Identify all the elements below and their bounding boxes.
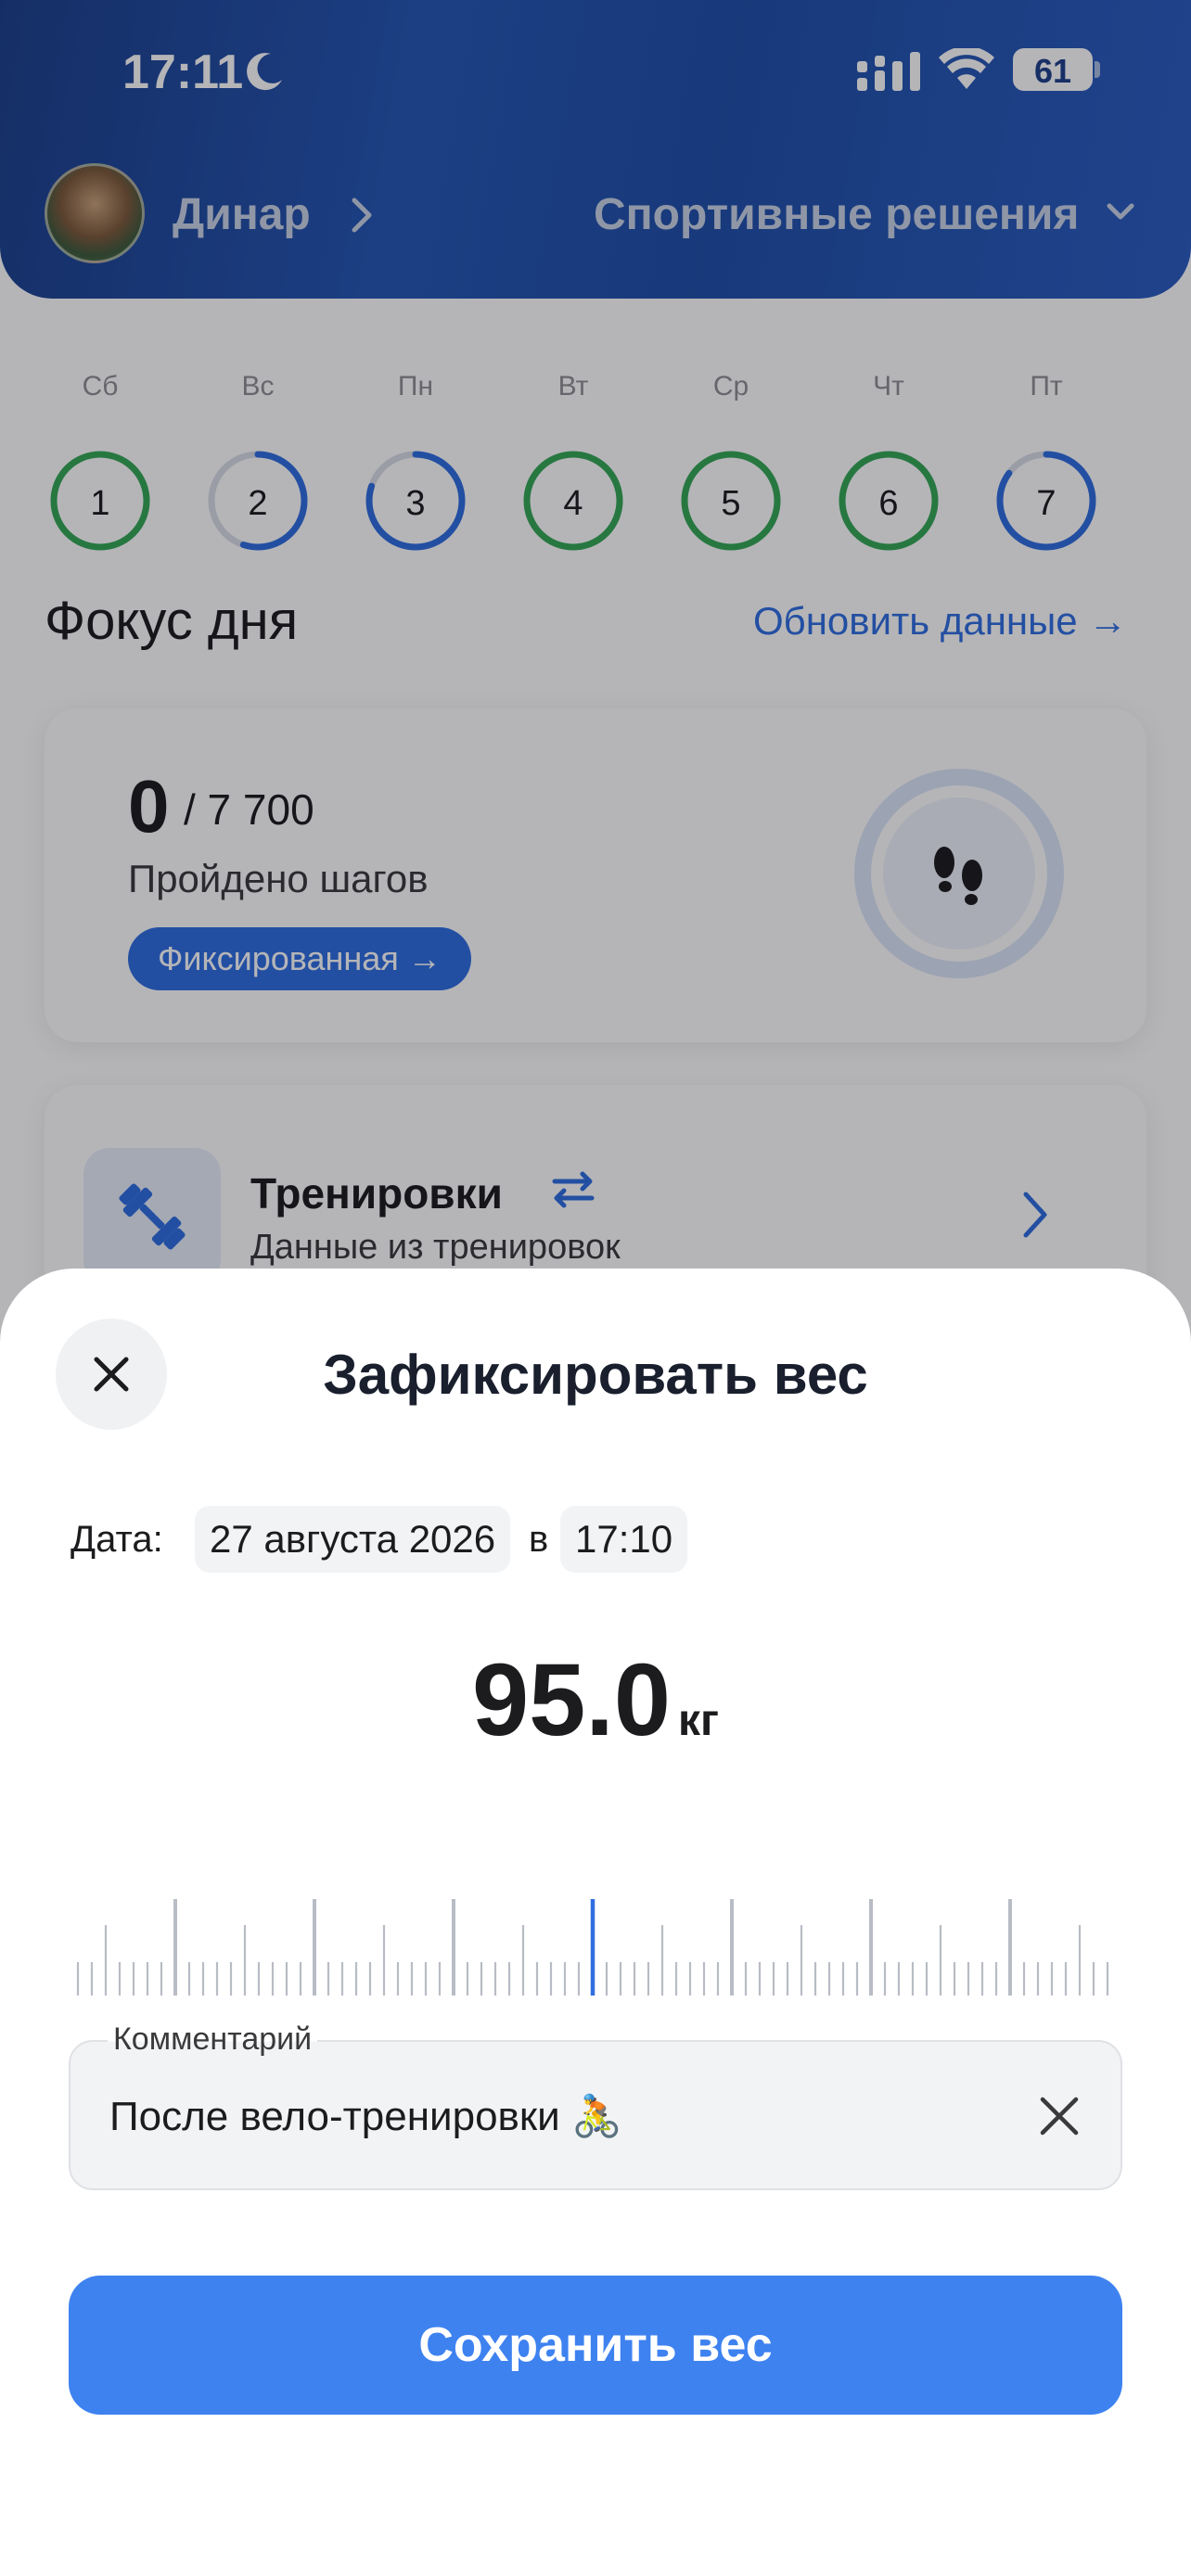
comment-field[interactable]: Комментарий После вело-тренировки 🚴: [69, 2021, 1122, 2190]
weight-value: 95.0: [471, 1643, 672, 1757]
date-time-separator: в: [529, 1519, 549, 1560]
comment-input[interactable]: После вело-тренировки 🚴: [109, 2092, 622, 2140]
time-picker[interactable]: 17:10: [560, 1506, 688, 1573]
clear-icon[interactable]: [1035, 2092, 1083, 2140]
date-row: Дата: 27 августа 2026 в 17:10: [70, 1506, 1128, 1573]
comment-label: Комментарий: [108, 2021, 318, 2058]
sheet-title: Зафиксировать вес: [323, 1344, 868, 1406]
save-weight-button[interactable]: Сохранить вес: [69, 2276, 1122, 2415]
weight-display: 95.0 кг: [0, 1641, 1191, 1759]
weight-ruler-slider[interactable]: [74, 1881, 1117, 1996]
date-picker[interactable]: 27 августа 2026: [195, 1506, 511, 1573]
weight-sheet: Зафиксировать вес Дата: 27 августа 2026 …: [0, 1269, 1191, 2576]
weight-unit: кг: [678, 1696, 720, 1745]
date-label: Дата:: [70, 1519, 163, 1560]
